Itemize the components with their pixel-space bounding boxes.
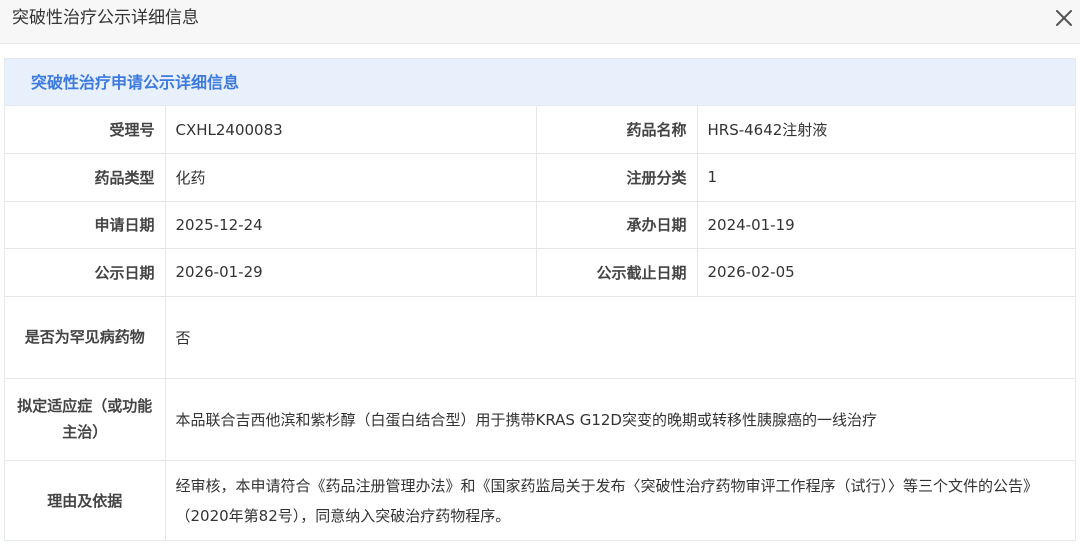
drug-name-value: HRS-4642注射液 [696,106,1075,154]
undertaking-date-label: 承办日期 [535,200,698,249]
table-row: 受理号 CXHL2400083 药品名称 HRS-4642注射液 [5,106,1075,154]
publicity-deadline-value: 2026-02-05 [696,248,1075,297]
application-date-value: 2025-12-24 [164,200,537,249]
table-row: 理由及依据 经审核，本申请符合《药品注册管理办法》和《国家药监局关于发布〈突破性… [5,459,1075,540]
drug-type-label: 药品类型 [5,153,166,202]
drug-name-label: 药品名称 [535,106,698,154]
table-row: 是否为罕见病药物 否 [5,295,1075,379]
table-row: 申请日期 2025-12-24 承办日期 2024-01-19 [5,200,1075,249]
indication-value: 本品联合吉西他滨和紫杉醇（白蛋白结合型）用于携带KRAS G12D突变的晚期或转… [164,377,1075,461]
publicity-date-value: 2026-01-29 [164,248,537,297]
publicity-date-label: 公示日期 [5,248,166,297]
reason-label: 理由及依据 [5,459,166,540]
rare-disease-label: 是否为罕见病药物 [5,295,166,379]
reason-value: 经审核，本申请符合《药品注册管理办法》和《国家药监局关于发布〈突破性治疗药物审评… [164,459,1075,540]
drug-type-value: 化药 [164,153,537,202]
detail-panel: 突破性治疗申请公示详细信息 受理号 CXHL2400083 药品名称 HRS-4… [4,58,1076,541]
table-row: 公示日期 2026-01-29 公示截止日期 2026-02-05 [5,248,1075,297]
acceptance-no-label: 受理号 [5,106,166,154]
undertaking-date-value: 2024-01-19 [696,200,1075,249]
registration-class-label: 注册分类 [535,153,698,202]
dialog-title: 突破性治疗公示详细信息 [12,8,199,28]
rare-disease-value: 否 [164,295,1075,379]
registration-class-value: 1 [696,153,1075,202]
detail-table: 受理号 CXHL2400083 药品名称 HRS-4642注射液 药品类型 化药… [5,106,1075,540]
application-date-label: 申请日期 [5,200,166,249]
publicity-deadline-label: 公示截止日期 [535,248,698,297]
close-icon[interactable] [1052,6,1076,30]
acceptance-no-value: CXHL2400083 [164,106,537,154]
dialog-titlebar: 突破性治疗公示详细信息 [0,0,1080,44]
indication-label: 拟定适应症（或功能主治） [5,377,166,461]
table-row: 拟定适应症（或功能主治） 本品联合吉西他滨和紫杉醇（白蛋白结合型）用于携带KRA… [5,377,1075,461]
table-row: 药品类型 化药 注册分类 1 [5,153,1075,202]
panel-heading: 突破性治疗申请公示详细信息 [5,59,1075,106]
